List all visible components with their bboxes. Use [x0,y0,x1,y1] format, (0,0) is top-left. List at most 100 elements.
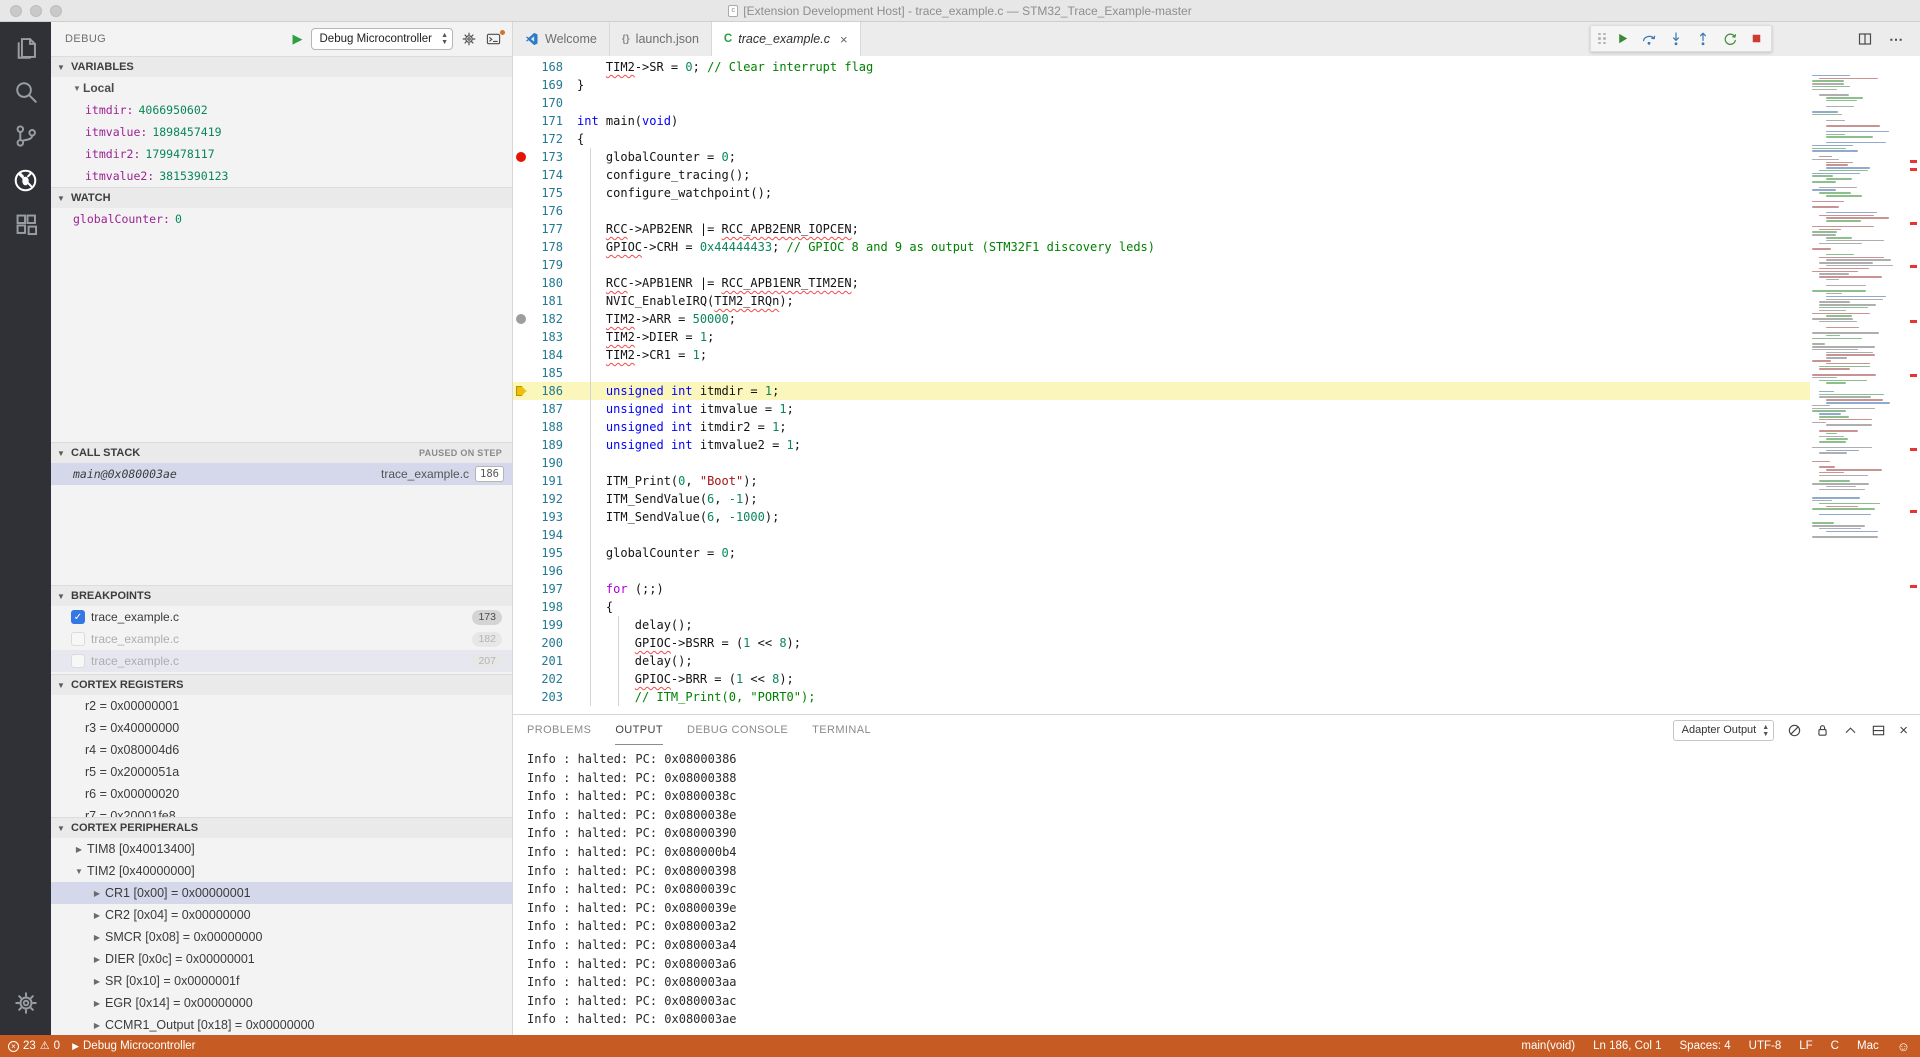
code-line[interactable]: 200 GPIOC->BSRR = (1 << 8); [513,634,1810,652]
code-line[interactable]: 202 GPIOC->BRR = (1 << 8); [513,670,1810,688]
breakpoint-icon[interactable] [516,152,526,162]
code-line[interactable]: 198 { [513,598,1810,616]
start-debug-button[interactable]: ▶ [293,31,303,47]
feedback-smiley-icon[interactable]: ☺ [1897,1040,1910,1053]
maximize-panel-icon[interactable] [1843,723,1858,738]
peripheral-row[interactable]: ▶TIM8 [0x40013400] [51,838,512,860]
code-line[interactable]: 177 RCC->APB2ENR |= RCC_APB2ENR_IOPCEN; [513,220,1810,238]
register-row[interactable]: r2 = 0x00000001 [51,695,512,717]
code-line[interactable]: 193 ITM_SendValue(6, -1000); [513,508,1810,526]
status-item[interactable]: LF [1799,1040,1812,1052]
code-line[interactable]: 185 [513,364,1810,382]
code-line[interactable]: 187 unsigned int itmvalue = 1; [513,400,1810,418]
gutter-breakpoint-area[interactable] [513,670,529,688]
panel-tab-output[interactable]: OUTPUT [615,715,663,745]
configure-gear-icon[interactable] [461,31,477,47]
code-line[interactable]: 201 delay(); [513,652,1810,670]
code-line[interactable]: 168 TIM2->SR = 0; // Clear interrupt fla… [513,58,1810,76]
code-line[interactable]: 192 ITM_SendValue(6, -1); [513,490,1810,508]
breakpoint-row[interactable]: trace_example.c182 [51,628,512,650]
clear-output-icon[interactable] [1787,723,1802,738]
code-line[interactable]: 195 globalCounter = 0; [513,544,1810,562]
status-item[interactable]: Spaces: 4 [1680,1040,1731,1052]
register-row[interactable]: r5 = 0x2000051a [51,761,512,783]
move-panel-icon[interactable] [1871,723,1886,738]
breakpoint-checkbox[interactable] [71,654,85,668]
code-line[interactable]: 169} [513,76,1810,94]
status-item[interactable]: UTF-8 [1749,1040,1782,1052]
activity-extensions-icon[interactable] [0,202,51,246]
restart-button[interactable] [1722,31,1738,47]
stack-frame-row[interactable]: main@0x080003aetrace_example.c186 [51,463,512,485]
gutter-breakpoint-area[interactable] [513,454,529,472]
breakpoints-section-header[interactable]: ▼BREAKPOINTS [51,586,512,606]
code-line[interactable]: 194 [513,526,1810,544]
disabled-breakpoint-icon[interactable] [516,314,526,324]
activity-explorer-icon[interactable] [0,26,51,70]
status-item[interactable]: Mac [1857,1040,1879,1052]
code-area[interactable]: 168 TIM2->SR = 0; // Clear interrupt fla… [513,56,1810,714]
window-controls[interactable] [10,5,62,17]
gutter-breakpoint-area[interactable] [513,238,529,256]
gutter-breakpoint-area[interactable] [513,94,529,112]
tab-welcome[interactable]: Welcome [513,22,610,56]
breakpoint-checkbox[interactable]: ✓ [71,610,85,624]
gutter-breakpoint-area[interactable] [513,508,529,526]
close-panel-icon[interactable]: × [1899,723,1908,738]
register-row[interactable]: r6 = 0x00000020 [51,783,512,805]
gutter-breakpoint-area[interactable] [513,544,529,562]
code-line[interactable]: 196 [513,562,1810,580]
more-actions-icon[interactable]: ⋯ [1889,31,1904,48]
peripheral-row[interactable]: ▼TIM2 [0x40000000] [51,860,512,882]
peripherals-section-header[interactable]: ▼CORTEX PERIPHERALS [51,818,512,838]
code-line[interactable]: 172{ [513,130,1810,148]
gutter-breakpoint-area[interactable] [513,652,529,670]
lock-scroll-icon[interactable] [1815,723,1830,738]
code-line[interactable]: 197 for (;;) [513,580,1810,598]
code-line[interactable]: 180 RCC->APB1ENR |= RCC_APB1ENR_TIM2EN; [513,274,1810,292]
tab-trace_example-c[interactable]: Ctrace_example.c× [712,22,861,56]
debug-console-icon[interactable] [485,32,502,47]
peripheral-row[interactable]: ▶DIER [0x0c] = 0x00000001 [51,948,512,970]
scope-row[interactable]: ▼Local [51,77,512,99]
gutter-breakpoint-area[interactable] [513,130,529,148]
peripheral-row[interactable]: ▶CCMR1_Output [0x18] = 0x00000000 [51,1014,512,1035]
peripheral-row[interactable]: ▶CR1 [0x00] = 0x00000001 [51,882,512,904]
panel-tab-debug-console[interactable]: DEBUG CONSOLE [687,715,788,745]
code-line[interactable]: 203 // ITM_Print(0, "PORT0"); [513,688,1810,706]
settings-gear-icon[interactable] [0,981,51,1025]
gutter-breakpoint-area[interactable] [513,472,529,490]
activity-search-icon[interactable] [0,70,51,114]
gutter-breakpoint-area[interactable] [513,346,529,364]
code-line[interactable]: 173 globalCounter = 0; [513,148,1810,166]
watch-row[interactable]: globalCounter:0 [51,208,512,230]
gutter-breakpoint-area[interactable] [513,184,529,202]
gutter-breakpoint-area[interactable] [513,328,529,346]
stop-button[interactable] [1749,31,1764,46]
code-line[interactable]: 181 NVIC_EnableIRQ(TIM2_IRQn); [513,292,1810,310]
debug-status[interactable]: ▶ Debug Microcontroller [72,1040,195,1052]
breakpoint-checkbox[interactable] [71,632,85,646]
panel-tab-terminal[interactable]: TERMINAL [812,715,871,745]
toolbar-grip[interactable] [1598,33,1604,45]
code-line[interactable]: 184 TIM2->CR1 = 1; [513,346,1810,364]
code-line[interactable]: 190 [513,454,1810,472]
breakpoint-row[interactable]: trace_example.c207 [51,650,512,672]
peripheral-row[interactable]: ▶CR2 [0x04] = 0x00000000 [51,904,512,926]
registers-section-header[interactable]: ▼CORTEX REGISTERS [51,675,512,695]
panel-tab-problems[interactable]: PROBLEMS [527,715,591,745]
code-line[interactable]: 171int main(void) [513,112,1810,130]
code-line[interactable]: 199 delay(); [513,616,1810,634]
gutter-breakpoint-area[interactable] [513,112,529,130]
status-item[interactable]: Ln 186, Col 1 [1593,1040,1661,1052]
gutter-breakpoint-area[interactable] [513,688,529,706]
split-editor-icon[interactable] [1857,31,1873,47]
gutter-breakpoint-area[interactable] [513,310,529,328]
status-item[interactable]: main(void) [1521,1040,1575,1052]
register-row[interactable]: r4 = 0x080004d6 [51,739,512,761]
gutter-breakpoint-area[interactable] [513,400,529,418]
variable-row[interactable]: itmvalue:1898457419 [51,121,512,143]
code-line[interactable]: 170 [513,94,1810,112]
code-line[interactable]: 174 configure_tracing(); [513,166,1810,184]
gutter-breakpoint-area[interactable] [513,382,529,400]
